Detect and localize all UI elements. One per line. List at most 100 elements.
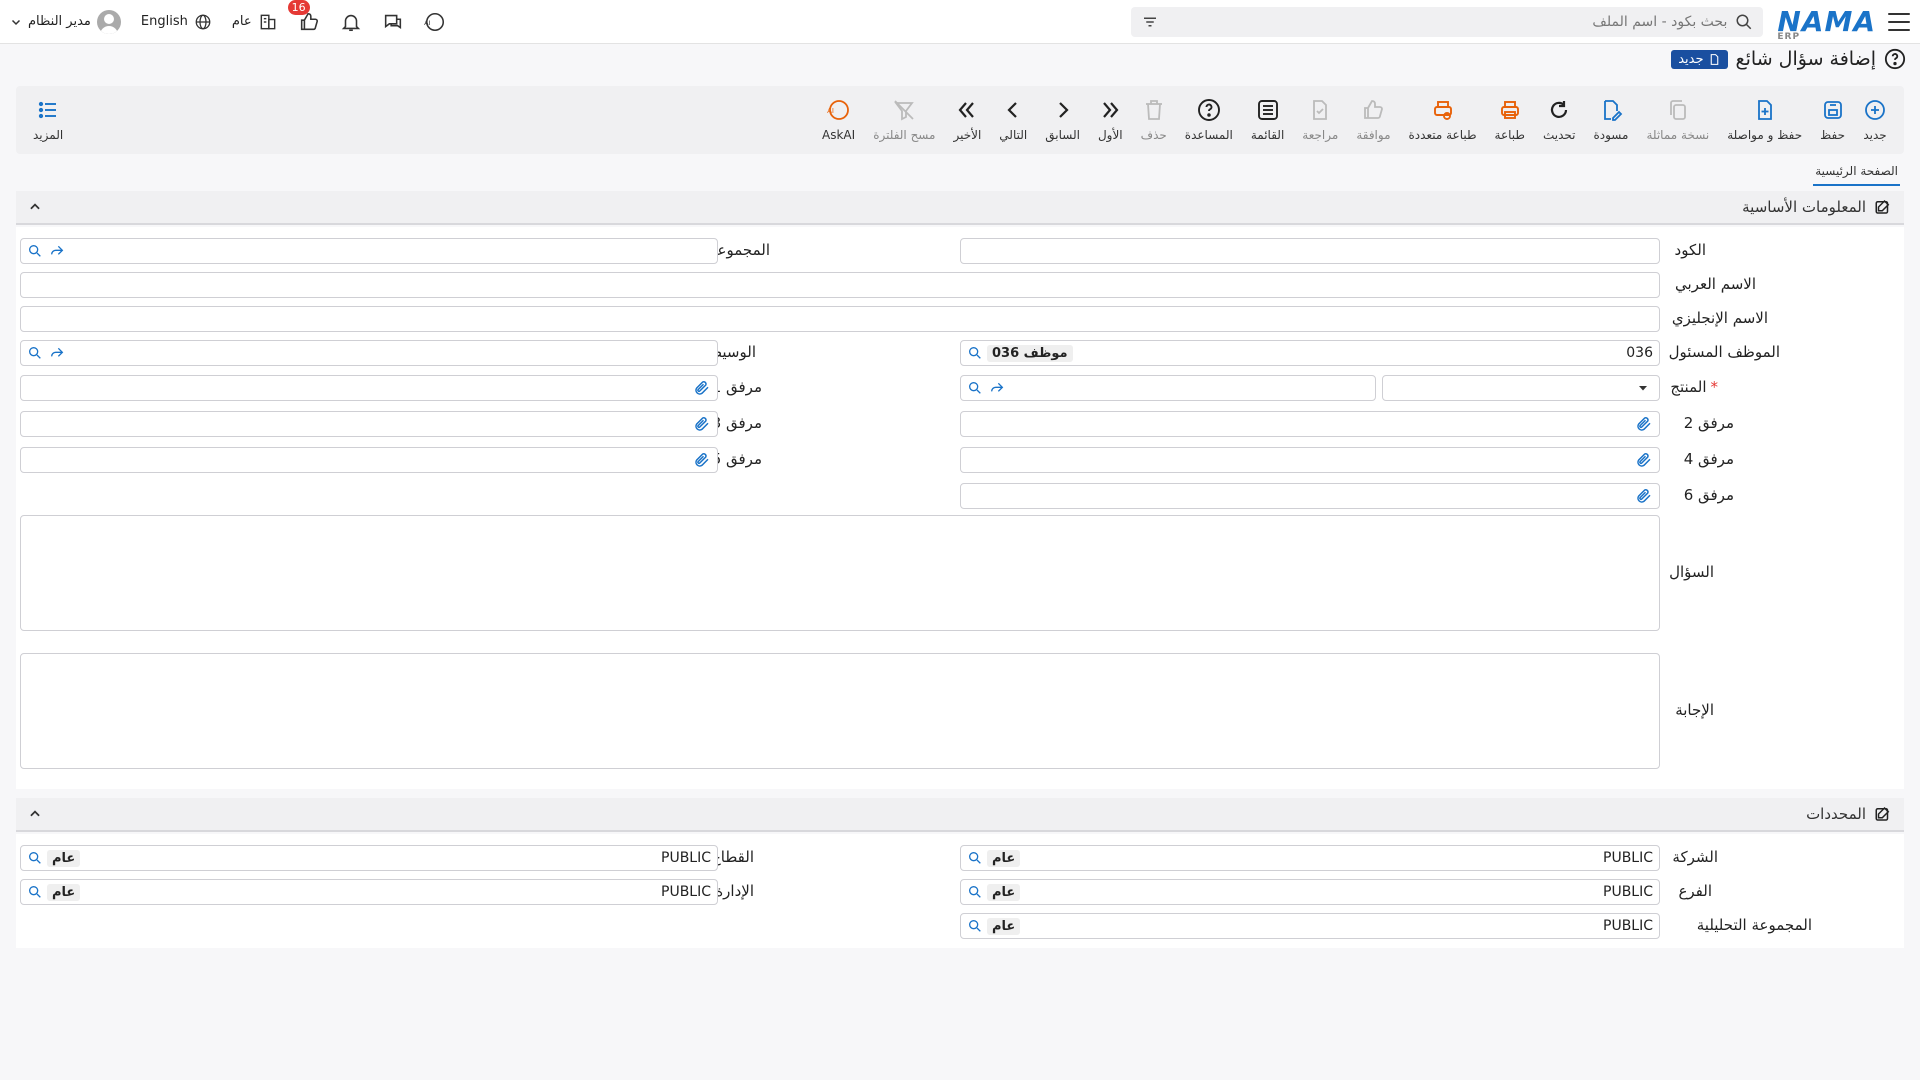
new-button[interactable]: جديد	[1854, 98, 1896, 142]
delete-button[interactable]: حذف	[1132, 98, 1176, 142]
analytic-group-input[interactable]: عام PUBLIC	[960, 913, 1660, 939]
question-label: السؤال	[1669, 563, 1714, 581]
filter-icon[interactable]	[1141, 13, 1159, 31]
double-chevron-right-icon	[1103, 102, 1119, 118]
search-icon[interactable]	[27, 850, 43, 866]
filter-off-icon	[894, 100, 915, 121]
print-button[interactable]: طباعة	[1486, 98, 1534, 142]
notifications-icon[interactable]	[340, 11, 362, 33]
attach3-input[interactable]	[20, 411, 718, 437]
attach2-input[interactable]	[960, 411, 1660, 437]
share-icon[interactable]	[49, 345, 65, 361]
share-icon[interactable]	[989, 380, 1005, 396]
save-continue-button[interactable]: حفظ و مواصلة	[1718, 98, 1811, 142]
save-icon	[1823, 101, 1842, 119]
list-button[interactable]: القائمة	[1242, 98, 1293, 142]
attach5-input[interactable]	[20, 447, 718, 473]
tab-main[interactable]: الصفحة الرئيسية	[1813, 160, 1900, 186]
english-name-label: الاسم الإنجليزي	[1671, 309, 1768, 327]
attach1-input[interactable]	[20, 375, 718, 401]
language-switcher[interactable]: English	[141, 13, 212, 31]
question-textarea[interactable]	[20, 515, 1660, 631]
broker-input[interactable]	[20, 340, 718, 366]
multi-print-button[interactable]: طباعة متعددة	[1400, 98, 1486, 142]
company-label: عام	[231, 14, 252, 29]
dimensions-header[interactable]: المحددات	[16, 798, 1904, 832]
attach6-label: مرفق 6	[1683, 486, 1734, 504]
printer-icon	[1500, 101, 1519, 119]
search-icon[interactable]	[27, 345, 43, 361]
product-input[interactable]	[960, 375, 1376, 401]
user-menu[interactable]: مدير النظام	[10, 9, 121, 34]
attach1-label: مرفق 1	[712, 378, 762, 396]
paperclip-icon[interactable]	[693, 451, 711, 469]
paperclip-icon[interactable]	[693, 379, 711, 397]
clear-filter-button[interactable]: مسح الفلترة	[864, 98, 944, 142]
english-name-input[interactable]	[20, 306, 1660, 332]
paperclip-icon[interactable]	[1635, 487, 1653, 505]
refresh-button[interactable]: تحديث	[1534, 98, 1585, 142]
previous-button[interactable]: السابق	[1036, 98, 1089, 142]
search-icon[interactable]	[27, 243, 43, 259]
arabic-name-input[interactable]	[20, 272, 1660, 298]
basic-info-header[interactable]: المعلومات الأساسية	[16, 191, 1904, 225]
help-button[interactable]: المساعدة	[1176, 98, 1242, 142]
edit-icon	[1875, 199, 1890, 214]
search-icon[interactable]	[1735, 13, 1753, 31]
responsible-input[interactable]: موظف 036 036	[960, 340, 1660, 366]
caret-down-icon	[1639, 386, 1647, 391]
logo[interactable]: NAMA ERP	[1777, 5, 1876, 42]
chevron-right-icon	[1058, 102, 1069, 118]
askai-button[interactable]: AI AskAI	[813, 98, 864, 142]
attach4-input[interactable]	[960, 447, 1660, 473]
menu-icon[interactable]	[1888, 12, 1910, 31]
paperclip-icon[interactable]	[1635, 415, 1653, 433]
duplicate-button[interactable]: نسخة مماثلة	[1637, 98, 1718, 142]
search-icon[interactable]	[967, 380, 983, 396]
likes-button[interactable]: 16	[287, 0, 320, 33]
help-circle-icon	[1197, 99, 1220, 121]
save-button[interactable]: حفظ	[1811, 98, 1854, 142]
file-check-icon	[1313, 100, 1328, 120]
search-icon[interactable]	[967, 850, 983, 866]
company-selector[interactable]: عام	[232, 12, 278, 32]
search-icon[interactable]	[967, 884, 983, 900]
paperclip-icon[interactable]	[1635, 451, 1653, 469]
help-circle-icon[interactable]	[1884, 48, 1906, 70]
search-icon[interactable]	[27, 884, 43, 900]
search-icon[interactable]	[967, 345, 983, 361]
answer-label: الإجابة	[1675, 701, 1714, 719]
code-input[interactable]	[960, 238, 1660, 264]
user-name: مدير النظام	[28, 14, 91, 29]
next-button[interactable]: التالي	[990, 98, 1036, 142]
attach3-label: مرفق 3	[712, 414, 762, 432]
department-code: PUBLIC	[661, 884, 711, 900]
answer-textarea[interactable]	[20, 653, 1660, 769]
department-input[interactable]: عام PUBLIC	[20, 879, 718, 905]
branch-input[interactable]: عام PUBLIC	[960, 879, 1660, 905]
chevron-up-icon[interactable]	[28, 200, 42, 214]
product-type-select[interactable]	[1382, 375, 1660, 401]
analytic-group-name: عام	[987, 917, 1021, 935]
sector-input[interactable]: عام PUBLIC	[20, 845, 718, 871]
draft-button[interactable]: مسودة	[1584, 98, 1637, 142]
analytic-group-label: المجموعة التحليلية	[1696, 916, 1812, 934]
search-icon[interactable]	[967, 918, 983, 934]
search-input[interactable]	[1167, 13, 1728, 30]
last-button[interactable]: الأخير	[944, 98, 990, 142]
company-input[interactable]: عام PUBLIC	[960, 845, 1660, 871]
first-button[interactable]: الأول	[1089, 98, 1132, 142]
more-button[interactable]: المزيد	[24, 98, 72, 142]
review-button[interactable]: مراجعة	[1293, 98, 1347, 142]
paperclip-icon[interactable]	[693, 415, 711, 433]
branch-name: عام	[987, 883, 1021, 901]
ai-assistant-icon[interactable]: AI	[424, 11, 446, 33]
chevron-left-icon	[1007, 102, 1018, 118]
share-icon[interactable]	[49, 243, 65, 259]
department-name: عام	[47, 883, 81, 901]
attach6-input[interactable]	[960, 483, 1660, 509]
group-input[interactable]	[20, 238, 718, 264]
approve-button[interactable]: موافقة	[1347, 98, 1399, 142]
chat-icon[interactable]	[382, 11, 404, 33]
chevron-up-icon[interactable]	[28, 807, 42, 821]
